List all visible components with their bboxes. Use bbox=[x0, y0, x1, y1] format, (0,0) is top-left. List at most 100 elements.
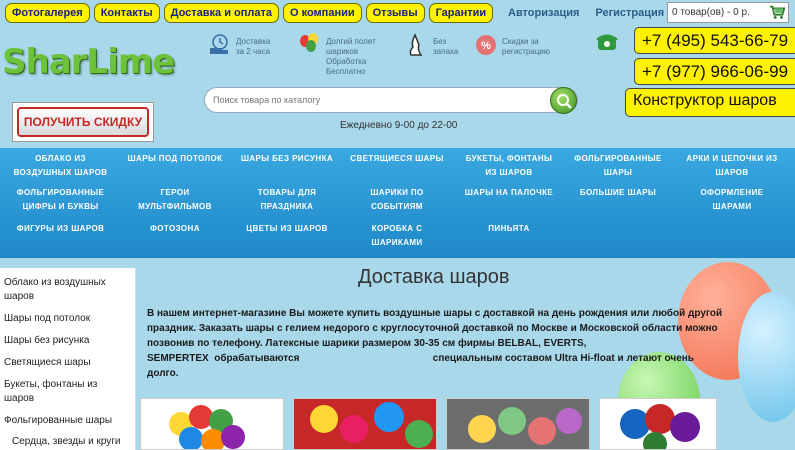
category-item[interactable]: СВЕТЯЩИЕСЯ ШАРЫ bbox=[343, 152, 451, 166]
nav-contacts[interactable]: Контакты bbox=[93, 3, 160, 23]
printed-balloons-image bbox=[447, 399, 589, 449]
category-item[interactable]: ТОВАРЫ ДЛЯ ПРАЗДНИКА bbox=[233, 186, 341, 214]
search-button[interactable] bbox=[550, 87, 577, 114]
intro-line: позвонив по телефону. Латексные шарики р… bbox=[147, 338, 587, 349]
category-label: ТОВАРЫ ДЛЯ bbox=[257, 188, 317, 197]
sidebar-item[interactable]: Фольгированные шары bbox=[4, 414, 112, 428]
category-item[interactable]: ФОЛЬГИРОВАННЫЕ ШАРЫ bbox=[566, 152, 670, 180]
product-thumbnail[interactable] bbox=[599, 398, 717, 450]
no-smell-icon bbox=[409, 33, 423, 56]
sidebar-item[interactable]: Шары без рисунка bbox=[4, 334, 89, 348]
search-input[interactable] bbox=[213, 95, 543, 105]
category-label: ШАРЫ НА ПАЛОЧКЕ bbox=[464, 188, 554, 197]
phone-number-1[interactable]: +7 (495) 543-66-79 bbox=[634, 27, 795, 54]
sidebar-item[interactable]: Облако из воздушных шаров bbox=[4, 276, 132, 304]
metallic-balloons-image bbox=[620, 404, 700, 449]
category-item[interactable]: ПИНЬЯТА bbox=[455, 222, 563, 236]
phone-icon bbox=[596, 34, 618, 50]
category-menu: ОБЛАКО ИЗ ВОЗДУШНЫХ ШАРОВ ШАРЫ ПОД ПОТОЛО… bbox=[0, 148, 795, 258]
category-item[interactable]: КОРОБКА С ШАРИКАМИ bbox=[343, 222, 451, 250]
category-item[interactable]: ФОЛЬГИРОВАННЫЕ ЦИФРЫ И БУКВЫ bbox=[8, 186, 113, 214]
category-label: ШАРЫ ПОД ПОТОЛОК bbox=[127, 154, 223, 163]
category-item[interactable]: ЦВЕТЫ ИЗ ШАРОВ bbox=[233, 222, 341, 236]
get-discount-banner[interactable]: ПОЛУЧИТЬ СКИДКУ bbox=[12, 102, 154, 142]
intro-line: SEMPERTEX обрабатываются специальным сос… bbox=[147, 353, 694, 364]
category-item[interactable]: ШАРЫ БЕЗ РИСУНКА bbox=[233, 152, 341, 166]
category-label: ФОЛЬГИРОВАННЫЕ bbox=[574, 154, 662, 163]
category-label: ИЗ ШАРОВ bbox=[485, 168, 533, 177]
sidebar-item[interactable]: Шары под потолок bbox=[4, 312, 90, 326]
category-item[interactable]: ОБЛАКО ИЗ ВОЗДУШНЫХ ШАРОВ bbox=[8, 152, 113, 180]
category-label: БУКЕТЫ, ФОНТАНЫ bbox=[465, 154, 553, 163]
feature-text-line: за 2 часа bbox=[236, 47, 271, 56]
category-label: БОЛЬШИЕ ШАРЫ bbox=[579, 188, 657, 197]
cart-summary: 0 товар(ов) - 0 р. bbox=[672, 7, 750, 18]
intro-line: В нашем интернет-магазине Вы можете купи… bbox=[147, 308, 723, 319]
category-label: КОРОБКА С bbox=[371, 224, 423, 233]
feature-text-line: Скидки за bbox=[502, 37, 539, 46]
category-item[interactable]: БОЛЬШИЕ ШАРЫ bbox=[566, 186, 670, 200]
intro-line: праздник. Заказать шары с гелием недорог… bbox=[147, 323, 718, 334]
feature-text-line: Долгий полет bbox=[326, 37, 376, 46]
feature-text-line: регистрацию bbox=[502, 47, 550, 56]
category-label: ФОЛЬГИРОВАННЫЕ bbox=[16, 188, 105, 197]
phone-number-2[interactable]: +7 (977) 966-06-99 bbox=[634, 58, 795, 85]
sidebar-item[interactable]: Букеты, фонтаны из шаров bbox=[4, 378, 122, 406]
category-label: ПИНЬЯТА bbox=[488, 224, 530, 233]
category-label: ШАРАМИ bbox=[712, 202, 752, 211]
working-hours: Ежедневно 9-00 до 22-00 bbox=[340, 120, 458, 131]
feature-text-line: запаха bbox=[433, 47, 459, 56]
balloon-constructor-button[interactable]: Конструктор шаров bbox=[625, 88, 795, 117]
product-thumbnail[interactable] bbox=[446, 398, 590, 450]
category-label: ФИГУРЫ ИЗ ШАРОВ bbox=[16, 224, 105, 233]
nav-reviews[interactable]: Отзывы bbox=[365, 3, 425, 23]
category-label: ГЕРОИ bbox=[160, 188, 190, 197]
category-label: СВЕТЯЩИЕСЯ ШАРЫ bbox=[350, 154, 444, 163]
login-link[interactable]: Авторизация bbox=[508, 7, 579, 19]
product-thumbnail[interactable] bbox=[140, 398, 284, 450]
feature-text-line: шариков bbox=[326, 47, 359, 56]
sidebar-menu: Облако из воздушных шаров Шары под потол… bbox=[0, 268, 136, 450]
sidebar-subitem[interactable]: Сердца, звезды и круги bbox=[12, 435, 121, 449]
balloons-icon bbox=[300, 33, 318, 52]
feature-text-line: Без bbox=[433, 37, 447, 46]
nav-about[interactable]: О компании bbox=[283, 3, 362, 23]
auth-links: Авторизация Регистрация bbox=[508, 7, 664, 19]
category-label: ФОТОЗОНА bbox=[150, 224, 200, 233]
category-label: ШАРЫ bbox=[603, 168, 633, 177]
get-discount-label: ПОЛУЧИТЬ СКИДКУ bbox=[17, 107, 149, 137]
feature-text-line: Обработка bbox=[326, 57, 367, 66]
intro-line: долго. bbox=[147, 368, 179, 379]
category-label: МУЛЬТФИЛЬМОВ bbox=[138, 202, 212, 211]
category-label: ОБЛАКО ИЗ bbox=[35, 154, 86, 163]
balloon-bunch-image bbox=[169, 405, 245, 449]
cart-widget[interactable]: 0 товар(ов) - 0 р. bbox=[667, 2, 789, 23]
category-label: АРКИ И ЦЕПОЧКИ ИЗ bbox=[686, 154, 778, 163]
nav-gallery[interactable]: Фотогалерея bbox=[5, 3, 90, 23]
category-label: ЦИФРЫ И БУКВЫ bbox=[22, 202, 99, 211]
svg-text:%: % bbox=[481, 40, 491, 52]
product-thumbnail[interactable] bbox=[293, 398, 437, 450]
category-label: ШАРОВ bbox=[715, 168, 749, 177]
sidebar-item[interactable]: Светящиеся шары bbox=[4, 356, 91, 370]
category-label: ШАРИКИ ПО bbox=[370, 188, 424, 197]
nav-delivery[interactable]: Доставка и оплата bbox=[163, 3, 279, 23]
search-bar bbox=[204, 87, 578, 114]
category-item[interactable]: АРКИ И ЦЕПОЧКИ ИЗ ШАРОВ bbox=[676, 152, 788, 180]
category-item[interactable]: ОФОРМЛЕНИЕ ШАРАМИ bbox=[676, 186, 788, 214]
category-item[interactable]: ШАРЫ НА ПАЛОЧКЕ bbox=[455, 186, 563, 200]
category-item[interactable]: ШАРИКИ ПО СОБЫТИЯМ bbox=[343, 186, 451, 214]
category-item[interactable]: ШАРЫ ПОД ПОТОЛОК bbox=[120, 152, 230, 166]
category-item[interactable]: ФИГУРЫ ИЗ ШАРОВ bbox=[8, 222, 113, 236]
nav-guarantees[interactable]: Гарантии bbox=[428, 3, 494, 23]
category-item[interactable]: ГЕРОИ МУЛЬТФИЛЬМОВ bbox=[120, 186, 230, 214]
cart-icon bbox=[769, 5, 786, 19]
top-nav: Фотогалерея Контакты Доставка и оплата О… bbox=[5, 3, 494, 23]
category-item[interactable]: ФОТОЗОНА bbox=[120, 222, 230, 236]
search-icon bbox=[557, 94, 572, 109]
site-logo[interactable]: SharLime bbox=[2, 42, 175, 82]
page-title: Доставка шаров bbox=[358, 266, 510, 288]
register-link[interactable]: Регистрация bbox=[595, 7, 664, 19]
feature-text-line: Доставка bbox=[236, 37, 271, 46]
category-item[interactable]: БУКЕТЫ, ФОНТАНЫ ИЗ ШАРОВ bbox=[455, 152, 563, 180]
